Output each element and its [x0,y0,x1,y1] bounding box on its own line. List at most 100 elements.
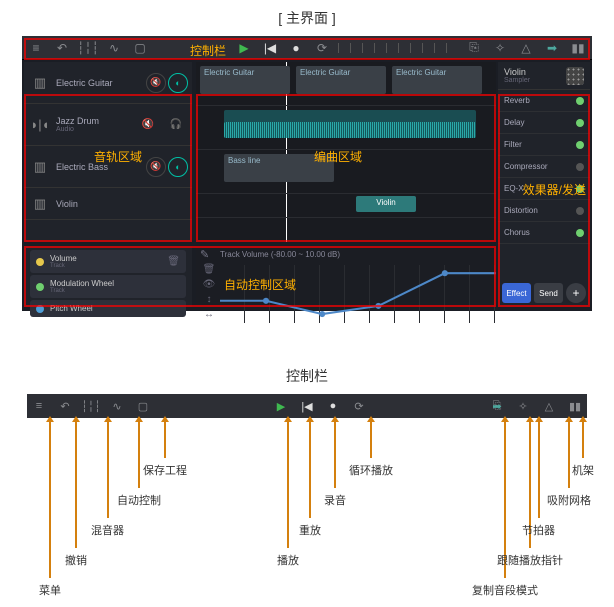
lane[interactable]: Electric Guitar Electric Guitar Electric… [196,62,496,106]
automation-row[interactable]: Pitch Wheel [30,300,186,317]
fx-toggle[interactable] [576,207,584,215]
keys-icon: ▥ [28,71,52,95]
midi-clip[interactable]: Bass line [224,154,334,182]
arrangement-area[interactable]: Electric Guitar Electric Guitar Electric… [196,62,496,242]
mute-button[interactable]: 🔇 [146,157,166,177]
undo-icon[interactable]: ↶ [52,38,72,58]
fx-name: Delay [504,118,524,127]
loop-icon[interactable]: ⟳ [351,398,367,414]
annotation-label: 播放 [277,552,299,568]
annotation-arrow: 撤销 [65,418,87,568]
lane[interactable]: Violin [196,194,496,218]
zoom-v-icon[interactable]: ↕ [207,294,212,305]
annotation-label: 节拍器 [522,522,555,538]
annotation-label: 录音 [324,492,346,508]
fx-toggle[interactable] [576,185,584,193]
follow-icon[interactable]: ✧ [490,38,510,58]
record-icon[interactable]: ● [286,38,306,58]
fx-title: Violin [504,67,530,77]
midi-clip[interactable]: Violin [356,196,416,212]
fx-header: Violin Sampler [498,62,590,90]
annotation-arrow: 菜单 [39,418,61,598]
mute-button[interactable]: 🔇 [146,73,166,93]
fx-row[interactable]: Reverb [498,90,590,112]
annotation-label: 混音器 [91,522,124,538]
metronome-icon[interactable]: △ [516,38,536,58]
save-icon[interactable]: ▢ [130,38,150,58]
rack-icon[interactable]: ▮▮ [568,38,588,58]
param-sub: Track [50,263,167,269]
track-name: Electric Guitar [56,78,142,88]
lane[interactable]: Bass line [196,150,496,194]
add-fx-button[interactable]: + [566,283,586,303]
fx-name: EQ-X [504,184,524,193]
solo-button[interactable]: ◐ [168,157,188,177]
mixer-icon[interactable]: ┆╎┆ [78,38,98,58]
control-bar-title: 控制栏 [0,366,614,386]
fx-toggle[interactable] [576,163,584,171]
fx-row[interactable]: Compressor [498,156,590,178]
rewind-icon[interactable]: |◀ [260,38,280,58]
fx-toggle[interactable] [576,119,584,127]
solo-button[interactable]: ◐ [168,73,188,93]
fx-name: Chorus [504,228,530,237]
midi-clip[interactable]: Electric Guitar [296,66,386,94]
track-row[interactable]: ▥ Electric Bass 🔇 ◐ [24,146,192,188]
mute-icon[interactable]: 🔇 [136,113,160,137]
fx-toggle[interactable] [576,141,584,149]
arrows-container: 菜单 撤销 混音器 自动控制 保存工程 播放 重放 录音 循环播放 复制音段模式… [27,418,587,598]
effect-button[interactable]: Effect [502,283,531,303]
menu-icon[interactable]: ≡ [31,398,47,414]
automation-icon[interactable]: ∿ [104,38,124,58]
undo-icon[interactable]: ↶ [57,398,73,414]
annotation-arrow: 重放 [299,418,321,538]
fx-name: Reverb [504,96,530,105]
audio-clip[interactable] [224,122,476,138]
fx-row[interactable]: Chorus [498,222,590,244]
instrument-icon[interactable] [566,67,584,85]
automation-panel: Volume Track 🗑 Modulation Wheel Track Pi… [24,246,192,307]
menu-icon[interactable]: ≡ [26,38,46,58]
fx-name: Distortion [504,206,538,215]
track-row[interactable]: ◗|◖ Jazz Drum Audio 🔇 🎧 [24,104,192,146]
mixer-icon[interactable]: ┆╎┆ [83,398,99,414]
annotation-arrow: 录音 [324,418,346,508]
pencil-icon[interactable]: ✎ [200,248,214,261]
fx-toggle[interactable] [576,229,584,237]
play-icon[interactable]: ▶ [234,38,254,58]
delete-icon[interactable]: 🗑 [203,264,216,275]
send-button[interactable]: Send [534,283,563,303]
delete-icon[interactable]: 🗑 [167,256,180,267]
fx-row[interactable]: Filter [498,134,590,156]
metronome-icon[interactable]: △ [541,398,557,414]
midi-clip[interactable]: Electric Guitar [200,66,290,94]
midi-clip[interactable]: Electric Guitar [392,66,482,94]
automation-display[interactable]: ✎ Track Volume (-80.00 ~ 10.00 dB) 🗑 👁 ↕… [196,246,496,307]
annotation-label: 循环播放 [349,462,393,478]
automation-row[interactable]: Volume Track 🗑 [30,250,186,273]
automation-curve[interactable] [220,265,496,324]
annotation-arrow: 播放 [277,418,299,568]
track-row[interactable]: ▥ Electric Guitar 🔇 ◐ [24,62,192,104]
wave-icon: ◗|◖ [28,113,52,137]
copy-mode-icon[interactable]: ⎘ [464,38,484,58]
zoom-h-icon[interactable]: ↔ [204,309,214,320]
annotation-label: 保存工程 [143,462,187,478]
track-row[interactable]: ▥ Violin [24,188,192,220]
automation-header-text: Track Volume (-80.00 ~ 10.00 dB) [220,250,340,259]
timeline-ruler[interactable] [338,43,458,53]
param-color-dot [36,258,44,266]
snap-icon[interactable]: ➡ [542,38,562,58]
lane[interactable] [196,106,496,150]
fx-toggle[interactable] [576,97,584,105]
automation-row[interactable]: Modulation Wheel Track [30,275,186,298]
hp-icon[interactable]: 🎧 [164,113,188,137]
loop-icon[interactable]: ⟳ [312,38,332,58]
eye-icon[interactable]: 👁 [203,279,216,290]
track-name: Electric Bass [56,162,142,172]
fx-row[interactable]: Distortion [498,200,590,222]
fx-row[interactable]: EQ-X [498,178,590,200]
fx-name: Compressor [504,162,548,171]
annotation-label: 重放 [299,522,321,538]
fx-row[interactable]: Delay [498,112,590,134]
